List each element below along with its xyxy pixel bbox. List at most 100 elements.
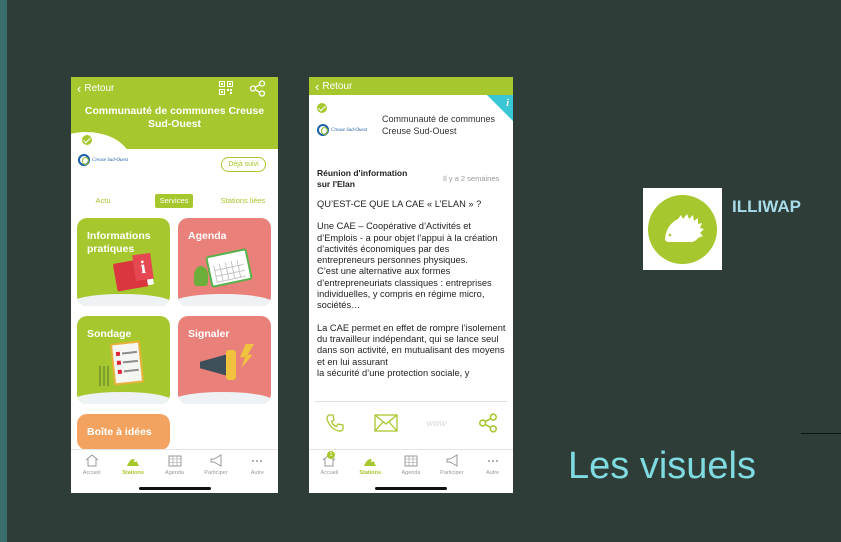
post-body: QU’EST-CE QUE LA CAE « L’ELAN » ? Une CA… [317,199,509,399]
tabbar-item-agenda[interactable]: Agenda [154,450,195,481]
chevron-left-icon: ‹ [77,80,82,96]
tabbar-item-participer[interactable]: Participer [431,450,472,481]
stations-icon [364,459,377,466]
qr-code-icon[interactable] [219,81,233,95]
back-button[interactable]: ‹ Retour [315,78,353,94]
slide-edge-bar [0,0,7,542]
tabbar-label: Agenda [401,470,421,476]
org-logo-icon [78,154,90,166]
tab-stations-liees[interactable]: Stations liées [216,194,270,208]
tabbar-label: Stations [359,470,382,476]
megaphone-handle [226,350,236,380]
tabbar-item-stations[interactable]: Stations [350,450,391,481]
stations-icon [127,459,140,466]
station-tabs: Actu Services Stations liées [71,194,278,208]
grass-icon [99,366,111,386]
tabbar-item-stations[interactable]: Stations [112,450,153,481]
phone-screenshot-services: ‹ Retour Communauté de communes Creuse S… [71,77,278,493]
back-button[interactable]: ‹ Retour [77,80,114,96]
verified-check-icon [81,134,93,146]
tile-label: Signaler [188,328,230,340]
tile-boite-a-idees[interactable]: Boîte à idées [77,414,170,450]
tab-services[interactable]: Services [155,194,193,208]
calendar-icon [404,455,418,467]
home-indicator [375,487,447,490]
tabbar-label: Accueil [82,470,101,476]
www-icon: www [426,418,447,428]
tab-actu[interactable]: Actu [91,194,115,208]
chevron-left-icon: ‹ [315,78,320,94]
tile-sondage[interactable]: Sondage [77,316,170,404]
post-title: Réunion d'information sur l'Elan [317,168,408,189]
phone-icon [325,414,344,432]
tabbar-item-accueil[interactable]: Accueil [71,450,112,481]
bottom-tab-bar: Accueil Stations Agenda Participer Autre [71,449,278,481]
share-button[interactable] [476,412,500,434]
presentation-slide: ‹ Retour Communauté de communes Creuse S… [0,0,841,542]
tabbar-label: Agenda [165,470,184,476]
tabbar-item-autre[interactable]: Autre [472,450,513,481]
contact-actions: www [309,407,513,439]
share-icon [478,413,497,433]
tile-signaler[interactable]: Signaler [178,316,271,404]
home-icon [85,454,99,467]
brand-name: ILLIWAP [732,197,801,216]
tabbar-item-accueil[interactable]: 1 Accueil [309,450,350,481]
calendar-icon [205,247,253,289]
post-time: Il y a 2 semaines [443,174,500,183]
info-letter-icon: i [132,252,154,282]
tile-informations-pratiques[interactable]: Informations pratiques i [77,218,170,306]
tabbar-label: Accueil [320,470,339,476]
megaphone-icon [210,454,222,467]
tile-label: Agenda [188,230,227,242]
megaphone-icon [446,454,458,467]
phone-button[interactable] [323,412,347,434]
verified-check-icon [316,102,328,114]
bottom-tab-bar: 1 Accueil Stations Agenda Participer Aut… [309,449,513,481]
tabbar-label: Participer [204,470,228,476]
post-paragraph: La CAE permet en effet de rompre l’isole… [317,322,506,378]
tabbar-label: Autre [250,470,264,476]
tile-label: Sondage [87,328,132,340]
decorative-line [801,433,841,434]
back-label: Retour [322,81,353,92]
info-icon[interactable]: i [506,98,509,109]
illiwap-app-logo [643,188,722,270]
divider [315,401,507,402]
clipboard-icon [109,340,145,386]
phone-screenshot-post: ‹ Retour i Creuse Sud-Ouest Communauté d… [309,77,513,493]
tabbar-item-agenda[interactable]: Agenda [391,450,432,481]
tabbar-label: Stations [122,470,144,476]
mail-button[interactable] [373,412,398,434]
more-icon [487,460,498,462]
org-logo-icon [317,124,329,136]
home-indicator [138,487,211,490]
tile-ground [77,392,170,404]
share-icon[interactable] [249,80,266,97]
website-button[interactable]: www [425,412,449,434]
tabbar-item-participer[interactable]: Participer [195,450,236,481]
plant-icon [194,266,208,286]
notification-badge: 1 [327,451,335,459]
hedgehog-icon [648,195,717,264]
follow-button[interactable]: Déjà suivi [221,157,266,172]
org-name: Communauté de communes Creuse Sud-Ouest [382,114,496,136]
tile-label: Informations pratiques [87,230,151,255]
lightning-icon [240,344,254,368]
tile-ground [178,392,271,404]
tile-ground [77,294,170,306]
org-logo: Creuse Sud-Ouest [78,154,128,166]
slide-caption: Les visuels [568,445,756,487]
tabbar-item-autre[interactable]: Autre [237,450,278,481]
station-title: Communauté de communes Creuse Sud-Ouest [84,105,265,130]
tabbar-label: Autre [486,470,500,476]
org-logo-text: Creuse Sud-Ouest [92,157,129,163]
tile-agenda[interactable]: Agenda [178,218,271,306]
org-logo-text: Creuse Sud-Ouest [331,127,368,133]
tile-ground [178,294,271,306]
post-paragraph: Une CAE – Coopérative d’Activités et d’E… [317,221,498,311]
tile-label: Boîte à idées [87,426,152,438]
org-logo: Creuse Sud-Ouest [317,124,367,136]
more-icon [252,460,263,462]
calendar-icon [168,455,182,467]
